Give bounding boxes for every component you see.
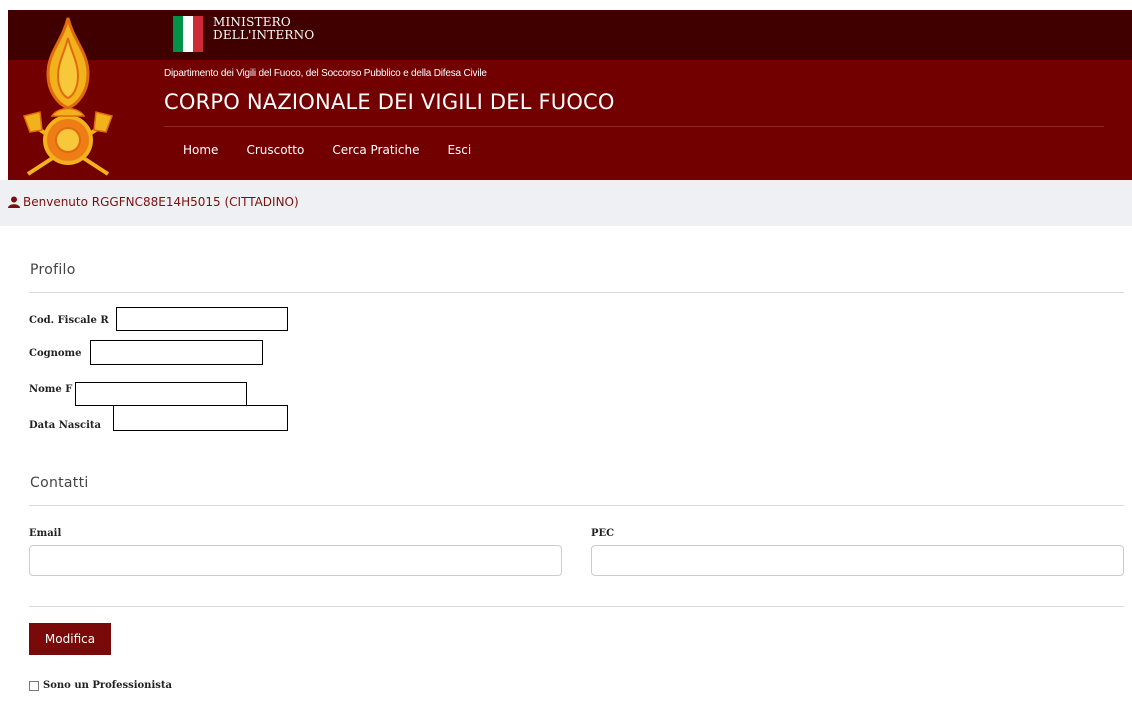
pec-input[interactable] [591, 545, 1124, 576]
profile-section-title: Profilo [30, 262, 76, 278]
email-input[interactable] [29, 545, 562, 576]
header-divider [164, 126, 1104, 127]
main-nav: Home Cruscotto Cerca Pratiche Esci [183, 143, 499, 157]
modifica-button[interactable]: Modifica [29, 623, 111, 655]
actions-divider [29, 606, 1124, 607]
italian-flag-icon [173, 16, 203, 52]
nav-cerca-pratiche-link[interactable]: Cerca Pratiche [332, 143, 419, 157]
fire-brigade-emblem-icon [23, 17, 113, 176]
professionista-row: Sono un Professionista [29, 680, 172, 691]
profile-divider [29, 292, 1124, 293]
nome-redaction [75, 382, 247, 406]
department-subtitle: Dipartimento dei Vigili del Fuoco, del S… [164, 68, 487, 79]
nav-cruscotto-link[interactable]: Cruscotto [246, 143, 304, 157]
contacts-divider [29, 505, 1124, 506]
site-header: MINISTERO DELL'INTERNO Dipartimento dei … [8, 10, 1132, 180]
cod-fiscale-label: Cod. Fiscale R [29, 315, 109, 326]
cognome-label: Cognome [29, 348, 82, 359]
data-nascita-label: Data Nascita [29, 420, 101, 431]
nav-esci-link[interactable]: Esci [447, 143, 471, 157]
data-nascita-redaction [113, 405, 288, 431]
nav-home-link[interactable]: Home [183, 143, 218, 157]
email-label: Email [29, 528, 62, 539]
pec-label: PEC [591, 528, 615, 539]
cognome-redaction [90, 340, 263, 365]
nome-label: Nome F [29, 384, 73, 395]
contacts-section-title: Contatti [30, 475, 89, 491]
cod-fiscale-redaction [116, 307, 288, 331]
welcome-text: Benvenuto RGGFNC88E14H5015 (CITTADINO) [23, 195, 299, 209]
user-icon [8, 196, 20, 208]
ministry-line-2: DELL'INTERNO [213, 28, 315, 42]
professionista-label: Sono un Professionista [43, 680, 172, 691]
welcome-bar: Benvenuto RGGFNC88E14H5015 (CITTADINO) [0, 180, 1132, 226]
professionista-checkbox[interactable] [29, 680, 39, 691]
ministry-label: MINISTERO DELL'INTERNO [213, 16, 314, 42]
site-title: CORPO NAZIONALE DEI VIGILI DEL FUOCO [164, 90, 615, 114]
welcome-content: Benvenuto RGGFNC88E14H5015 (CITTADINO) [8, 195, 299, 209]
